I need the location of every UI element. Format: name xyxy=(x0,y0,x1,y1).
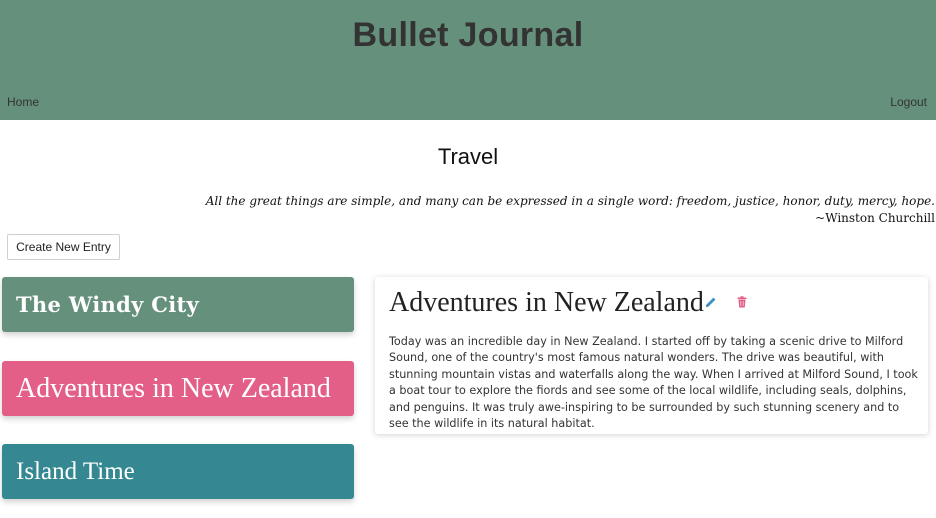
nav-logout-link[interactable]: Logout xyxy=(890,95,927,109)
entry-card-windy-city[interactable]: The Windy City xyxy=(2,277,354,332)
category-quote: All the great things are simple, and man… xyxy=(205,194,935,208)
category-title: Travel xyxy=(437,144,499,169)
entry-card-title: Adventures in New Zealand xyxy=(16,372,331,404)
app-title: Bullet Journal xyxy=(352,16,584,54)
entry-card-island-time[interactable]: Island Time xyxy=(2,444,354,499)
entry-detail-card: Adventures in New Zealand Today was an i… xyxy=(375,277,928,434)
entry-detail-title: Adventures in New Zealand xyxy=(389,287,704,318)
trash-icon[interactable] xyxy=(737,295,747,308)
entry-card-title: The Windy City xyxy=(16,292,200,317)
app-header: Bullet Journal Home Logout xyxy=(0,0,936,120)
pencil-icon[interactable] xyxy=(705,295,717,307)
entry-card-new-zealand[interactable]: Adventures in New Zealand xyxy=(2,361,354,416)
create-new-entry-button[interactable]: Create New Entry xyxy=(7,234,120,260)
entry-card-title: Island Time xyxy=(16,457,135,485)
nav-home-link[interactable]: Home xyxy=(7,95,39,109)
entry-detail-body: Today was an incredible day in New Zeala… xyxy=(389,335,918,431)
quote-author: ~Winston Churchill xyxy=(815,211,935,225)
